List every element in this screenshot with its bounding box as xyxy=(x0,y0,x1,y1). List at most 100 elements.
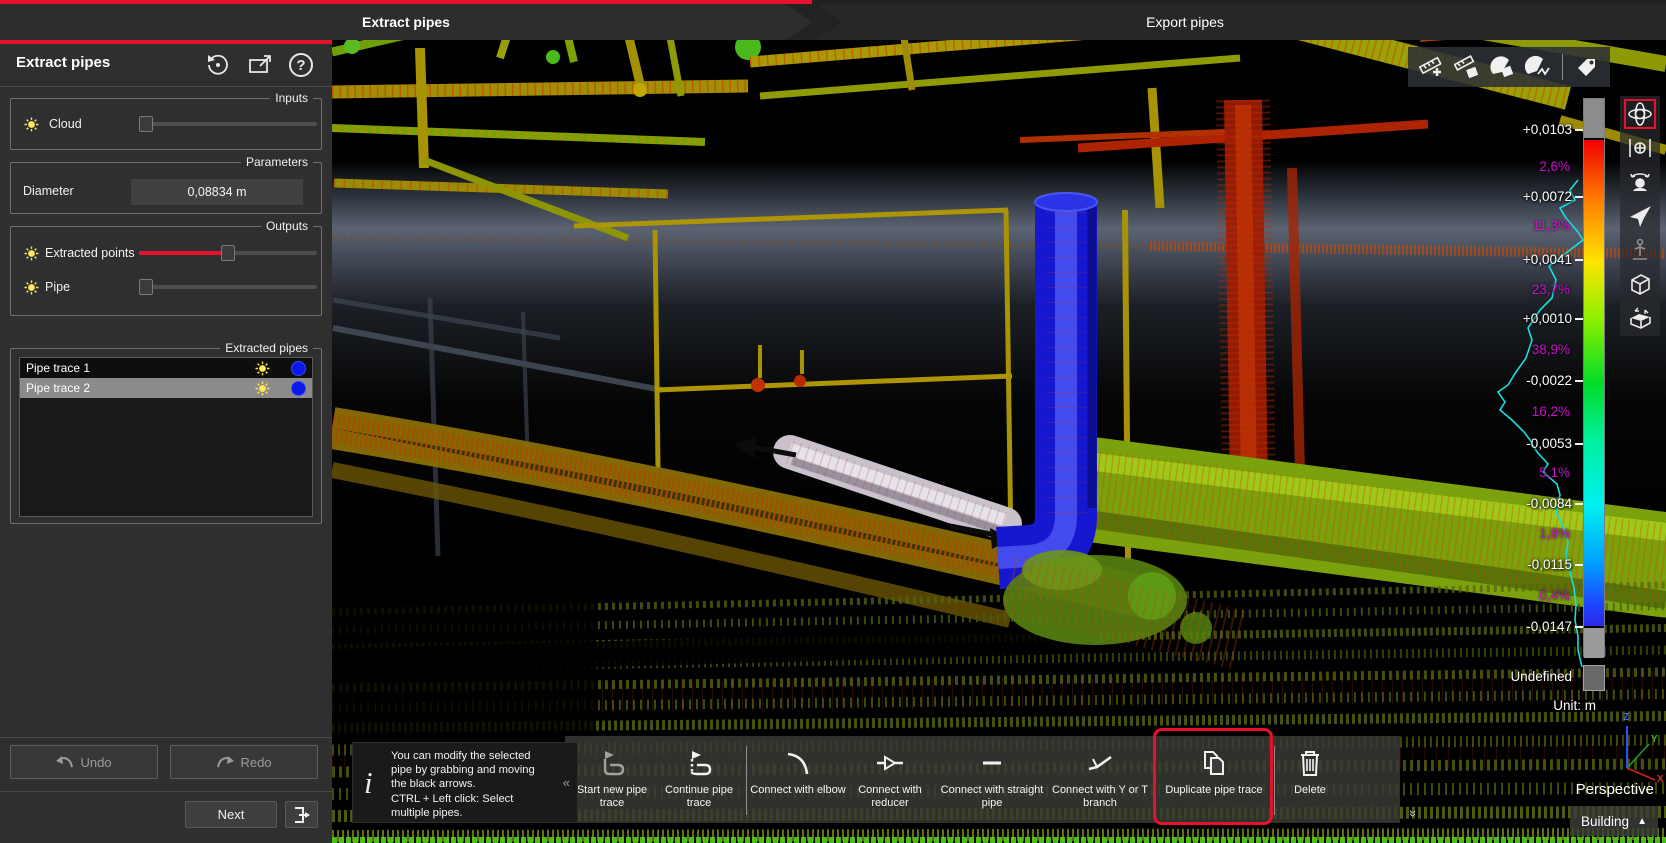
diameter-label: Diameter xyxy=(23,184,74,198)
connect-with-elbow-button[interactable]: Connect with elbow xyxy=(750,740,846,821)
continue-pipe-trace-button[interactable]: Continue pipe trace xyxy=(655,740,743,821)
scale-value-label: -0,0147 xyxy=(1526,619,1572,634)
infobox-collapse-chevron[interactable]: « xyxy=(563,775,570,790)
scale-tick xyxy=(1575,318,1583,320)
scale-percent-label: 23,7% xyxy=(1532,282,1570,297)
duplicate-pipe-trace-button[interactable]: Duplicate pipe trace xyxy=(1157,740,1271,821)
list-item-pipe-trace-2[interactable]: Pipe trace 2 xyxy=(20,378,312,398)
inputs-group-legend: Inputs xyxy=(270,91,313,105)
extracted-points-label: Extracted points xyxy=(45,246,135,260)
parameters-group: Parameters Diameter 0,08834 m xyxy=(10,162,322,214)
scale-value-label: -0,0115 xyxy=(1527,557,1572,572)
measurement-toolbar xyxy=(1408,47,1610,87)
3d-viewport[interactable]: +0,0103 2,6% +0,0072 11,3% +0,0041 23,7%… xyxy=(332,40,1666,843)
extracted-pipes-list[interactable]: Pipe trace 1 Pipe trace 2 xyxy=(19,357,313,517)
scale-value-label: -0,0022 xyxy=(1526,373,1572,388)
slider-handle[interactable] xyxy=(139,116,153,132)
pipe-name: Pipe trace 1 xyxy=(26,361,254,375)
scale-tick xyxy=(1575,129,1583,131)
color-scale-over-range xyxy=(1584,99,1604,138)
visibility-bulb-icon[interactable] xyxy=(23,245,40,262)
level-selector-dropdown[interactable]: Building ▲ xyxy=(1570,806,1658,836)
slider-handle[interactable] xyxy=(139,279,153,295)
divider xyxy=(0,86,332,87)
scale-value-label: +0,0072 xyxy=(1523,189,1572,204)
dropdown-arrow-icon: ▲ xyxy=(1637,816,1647,827)
visibility-bulb-icon[interactable] xyxy=(23,116,40,133)
divider xyxy=(0,791,332,792)
add-angle-measurement-icon[interactable] xyxy=(1488,52,1518,82)
button-label: Connect with straight pipe xyxy=(934,784,1050,810)
info-icon: i xyxy=(364,765,373,801)
pipe-color-swatch[interactable] xyxy=(291,361,306,376)
axis-y-label: Y xyxy=(1651,734,1658,745)
toolbar-collapse-chevron[interactable]: » xyxy=(1406,810,1421,817)
tab-export-pipes-label: Export pipes xyxy=(1146,14,1224,30)
next-label: Next xyxy=(218,807,245,822)
scale-value-label: -0,0053 xyxy=(1526,436,1572,451)
visibility-bulb-icon[interactable] xyxy=(254,380,271,397)
cloud-opacity-slider[interactable] xyxy=(139,116,317,132)
start-new-pipe-trace-button[interactable]: Start new pipe trace xyxy=(569,740,655,821)
button-label: Delete xyxy=(1294,784,1326,797)
toolbar-separator xyxy=(1153,746,1154,815)
level-selector-label: Building xyxy=(1581,814,1629,829)
scale-value-label: -0,0084 xyxy=(1526,496,1572,511)
scale-tick xyxy=(1575,380,1583,382)
connect-with-straight-pipe-button[interactable]: Connect with straight pipe xyxy=(934,740,1050,821)
visibility-bulb-icon[interactable] xyxy=(23,279,40,296)
visibility-bulb-icon[interactable] xyxy=(254,360,271,377)
exit-command-icon[interactable] xyxy=(285,801,318,828)
delete-button[interactable]: Delete xyxy=(1278,740,1342,821)
reset-icon[interactable] xyxy=(204,51,232,79)
button-label: Continue pipe trace xyxy=(655,784,743,810)
button-label: Connect with reducer xyxy=(846,784,934,810)
list-item-pipe-trace-1[interactable]: Pipe trace 1 xyxy=(20,358,312,378)
application-window: Extract pipes Export pipes xyxy=(0,0,1666,843)
button-label: Connect with elbow xyxy=(750,784,845,797)
remove-measurement-icon[interactable] xyxy=(1452,52,1482,82)
hint-info-box: i You can modify the selected pipe by gr… xyxy=(352,742,578,823)
divider xyxy=(0,737,332,738)
scale-percent-label: 16,2% xyxy=(1532,404,1570,419)
pipe-color-swatch[interactable] xyxy=(291,381,306,396)
hint-text: You can modify the selected pipe by grab… xyxy=(391,749,535,820)
undo-button[interactable]: Undo xyxy=(10,745,158,779)
tab-extract-pipes-label: Extract pipes xyxy=(362,14,450,30)
help-icon[interactable]: ? xyxy=(289,53,313,77)
pipe-opacity-slider[interactable] xyxy=(139,279,317,295)
scale-value-label: +0,0103 xyxy=(1523,122,1572,137)
axis-z-label: Z xyxy=(1623,712,1629,723)
measure-along-path-icon[interactable] xyxy=(1523,52,1553,82)
next-button[interactable]: Next xyxy=(185,801,277,828)
projection-mode-label: Perspective xyxy=(1576,781,1654,798)
undefined-color-swatch xyxy=(1583,665,1605,691)
axis-gizmo-icon: Z Y X xyxy=(1605,712,1666,788)
toolbar-separator xyxy=(1274,746,1275,815)
label-tag-icon[interactable] xyxy=(1572,52,1602,82)
tab-export-pipes[interactable]: Export pipes xyxy=(816,4,1666,40)
tab-extract-pipes[interactable]: Extract pipes xyxy=(0,4,812,40)
active-tab-accent-line xyxy=(0,0,812,4)
extract-pipes-panel: Extract pipes ? Inputs Cloud Parameters … xyxy=(0,40,332,843)
button-label: Start new pipe trace xyxy=(569,784,655,810)
scale-tick xyxy=(1575,564,1583,566)
orbit-icon[interactable] xyxy=(1624,99,1656,129)
extracted-pipes-group: Extracted pipes Pipe trace 1 Pipe trace … xyxy=(10,348,322,524)
redo-button[interactable]: Redo xyxy=(170,745,318,779)
connect-with-reducer-button[interactable]: Connect with reducer xyxy=(846,740,934,821)
connect-with-y-t-branch-button[interactable]: Connect with Y or T branch xyxy=(1050,740,1150,821)
scale-tick xyxy=(1575,503,1583,505)
scale-tick xyxy=(1575,443,1583,445)
undo-label: Undo xyxy=(80,755,111,770)
extracted-points-opacity-slider[interactable] xyxy=(139,245,317,261)
point-cloud-render xyxy=(332,40,1666,843)
slider-handle[interactable] xyxy=(221,245,235,261)
add-measurement-icon[interactable] xyxy=(1416,52,1446,82)
panel-accent-line xyxy=(0,40,332,44)
popout-icon[interactable] xyxy=(246,51,274,79)
redo-label: Redo xyxy=(240,755,271,770)
toolbar-separator xyxy=(1562,54,1563,80)
diameter-value-field[interactable]: 0,08834 m xyxy=(131,179,303,205)
scale-tick xyxy=(1575,196,1583,198)
